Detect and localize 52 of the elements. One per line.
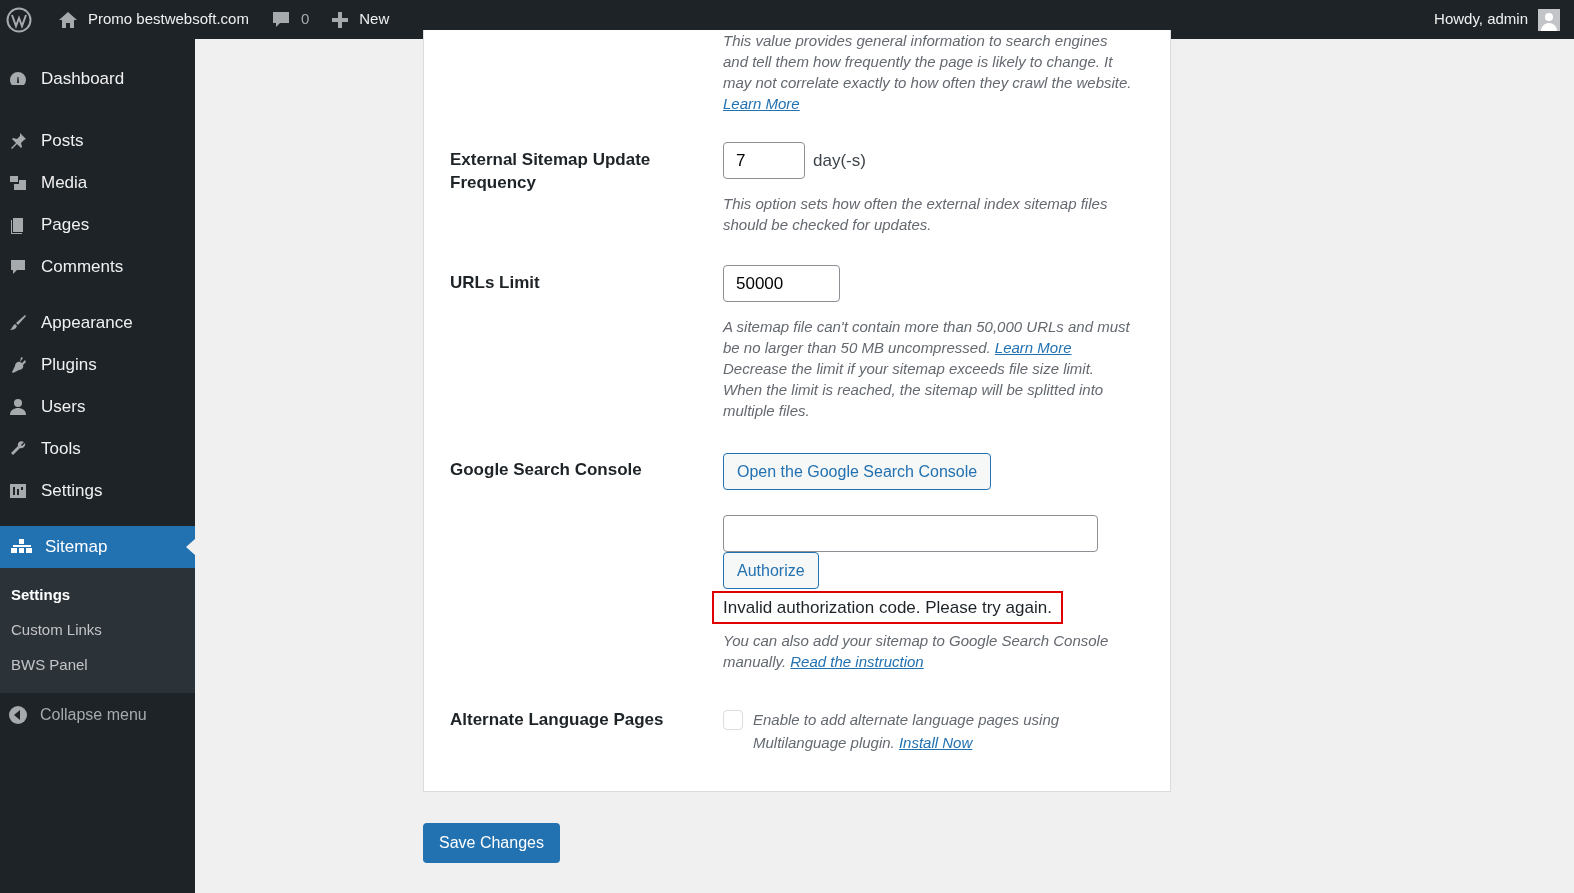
collapse-menu-button[interactable]: Collapse menu: [0, 693, 195, 737]
submenu-item[interactable]: BWS Panel: [0, 648, 195, 683]
submenu-item[interactable]: Settings: [0, 578, 195, 613]
brush-icon: [8, 313, 28, 333]
home-icon: [58, 9, 78, 30]
comment-count[interactable]: 0: [300, 8, 310, 31]
authorize-button[interactable]: Authorize: [723, 552, 819, 589]
number-field[interactable]: 7: [723, 142, 805, 179]
site-name-link[interactable]: Promo bestwebsoft.com: [88, 8, 249, 31]
wordpress-logo-icon[interactable]: [6, 6, 32, 33]
description-text: A sitemap file can't contain more than 50,000 URLs and must be no larger than 50 MB uncompressed. Learn More Decrease the limit if your sitemap exceeds file size limit. When the limit is reached, the sitemap will be splitted into multiple files.: [723, 317, 1131, 421]
menu-item[interactable]: Users: [0, 386, 195, 428]
menu-item[interactable]: Sitemap: [0, 526, 195, 568]
submenu-item[interactable]: Custom Links: [0, 613, 195, 648]
unit-label: day(-s): [813, 149, 866, 172]
save-changes-button[interactable]: Save Changes: [423, 823, 560, 863]
menu-item[interactable]: Settings: [0, 470, 195, 512]
description-text: This option sets how often the external index sitemap files should be checked for updates.: [723, 194, 1109, 235]
open-console-button[interactable]: Open the Google Search Console: [723, 453, 992, 490]
menu-item[interactable]: Appearance: [0, 302, 195, 344]
menu-item[interactable]: Media: [0, 162, 195, 204]
description-text: This value provides general information to search engines and tell them how frequently the page is likely to change. It may not correlate exactly to how often they crawl the website. Learn More: [723, 31, 1133, 114]
description-text: You can also add your sitemap to Google Search Console manually. Read the instruction: [723, 631, 1110, 672]
user-icon: [8, 397, 28, 417]
error-message: Invalid authorization code. Please try again.: [712, 591, 1063, 624]
media-icon: [8, 173, 28, 193]
checkbox[interactable]: [723, 710, 743, 730]
greeting-link[interactable]: Howdy, admin: [1434, 8, 1528, 31]
menu-item[interactable]: Comments: [0, 246, 195, 288]
link[interactable]: Read the instruction: [790, 653, 924, 670]
setting-label: URLs Limit: [450, 272, 541, 294]
new-link[interactable]: New: [359, 8, 390, 31]
link[interactable]: Install Now: [898, 734, 973, 751]
number-field[interactable]: 50000: [723, 265, 840, 302]
description-text: Enable to add alternate language pages using Multilanguage plugin. Install Now: [753, 710, 1061, 753]
speech-bubble-icon: [8, 257, 28, 277]
menu-item[interactable]: Tools: [0, 428, 195, 470]
setting-label: External Sitemap Update Frequency: [450, 149, 652, 194]
sliders-icon: [8, 481, 28, 501]
link[interactable]: Learn More: [994, 339, 1072, 356]
menu-item[interactable]: Plugins: [0, 344, 195, 386]
menu-pointer: [186, 539, 195, 555]
speech-bubble-icon: [270, 9, 291, 30]
menu-item[interactable]: Dashboard: [0, 58, 195, 100]
setting-label: Alternate Language Pages: [450, 709, 665, 731]
setting-label: Google Search Console: [450, 459, 643, 481]
menu-item[interactable]: Posts: [0, 120, 195, 162]
authorization-code-field[interactable]: [723, 515, 1098, 552]
link[interactable]: Learn More: [723, 95, 800, 112]
avatar-icon[interactable]: [1538, 8, 1560, 31]
plus-icon: [331, 10, 350, 29]
menu-item[interactable]: Pages: [0, 204, 195, 246]
